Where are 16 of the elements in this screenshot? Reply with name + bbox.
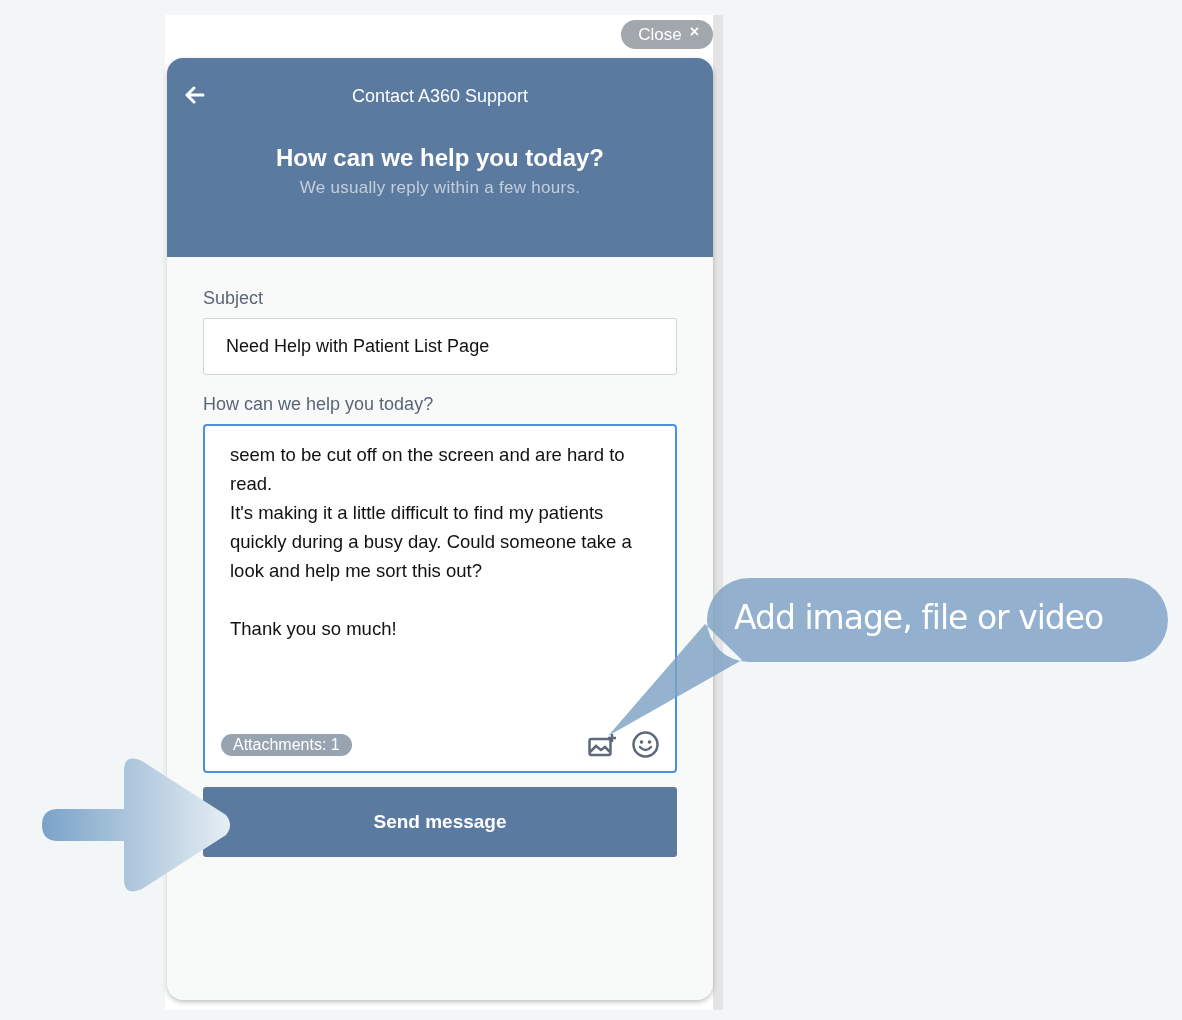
message-field[interactable]: seem to be cut off on the screen and are hard to read. It's making it a little difficult to find my patients quickly during a busy day. Could someone take a look and help me sort this out? Thank you so much! Attachments: 1 [203, 424, 677, 773]
card-title: Contact A360 Support [350, 86, 530, 107]
message-label: How can we help you today? [203, 394, 435, 415]
subject-label: Subject [203, 288, 265, 309]
attachments-badge: Attachments: 1 [221, 733, 352, 756]
back-button[interactable] [185, 85, 205, 104]
card-subtitle: We usually reply within a few hours. [299, 178, 581, 198]
callout-text: Add image, file or video [734, 598, 1104, 637]
add-image-button[interactable] [588, 732, 616, 757]
emoji-button[interactable] [632, 731, 659, 758]
card-heading: How can we help you today? [275, 144, 604, 172]
back-arrow-icon [185, 85, 205, 104]
send-message-button[interactable]: Send message [203, 787, 677, 857]
smiley-icon [632, 731, 659, 758]
image-plus-icon [588, 732, 616, 757]
subject-field[interactable]: Need Help with Patient List Page [203, 318, 677, 375]
